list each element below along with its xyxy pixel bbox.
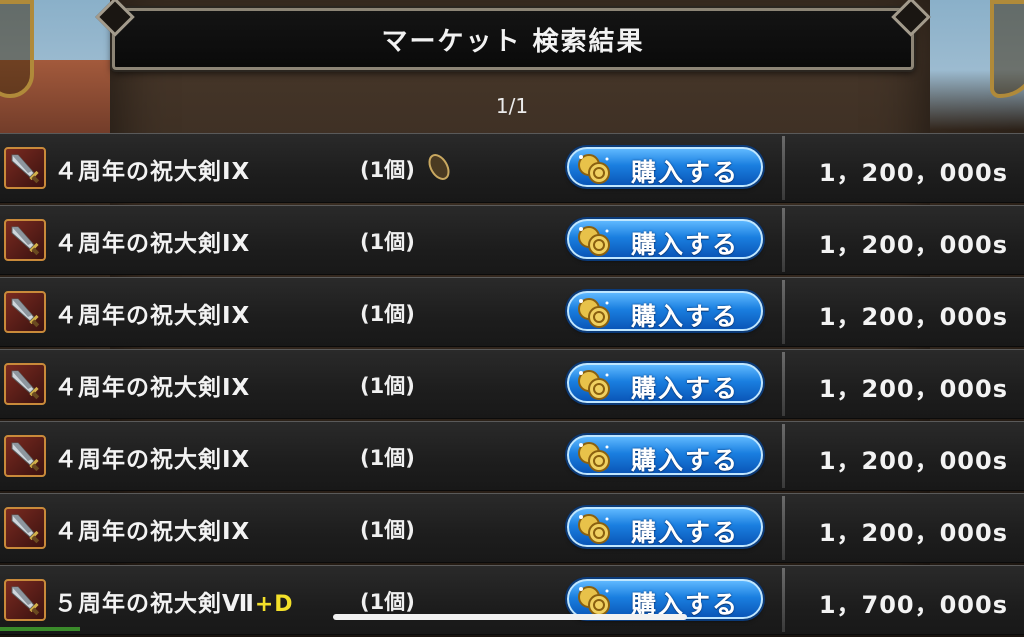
item-quantity: (1個) [360,158,415,182]
column-divider [782,208,785,272]
item-price: 1，200，000s [818,519,1008,547]
ornament-right [990,0,1024,98]
sword-icon [4,507,46,549]
sword-icon [4,219,46,261]
item-name: ４周年の祝大剣IX [54,512,250,546]
coin-icon [575,439,613,475]
listing-row[interactable]: ４周年の祝大剣IX (1個) 購入する 1，200，000s [0,493,1024,563]
sword-icon [4,147,46,189]
coin-icon [575,511,613,547]
item-name: ４周年の祝大剣IX [54,296,250,330]
buy-button-label: 購入する [631,158,740,187]
listing-list: ４周年の祝大剣IX (1個) 購入する 1，200，000s ４周年の祝大剣IX (1個)… [0,133,1024,637]
item-name: ４周年の祝大剣IX [54,152,250,186]
item-price: 1，200，000s [818,375,1008,403]
item-quantity: (1個) [360,302,415,326]
ornament-left [0,0,34,98]
item-name: ４周年の祝大剣IX [54,368,250,402]
buy-button[interactable]: 購入する [567,507,763,547]
buy-button-label: 購入する [631,374,740,403]
coin-icon [575,151,613,187]
buy-button-label: 購入する [631,518,740,547]
buy-button-label: 購入する [631,302,740,331]
buy-button-label: 購入する [631,446,740,475]
listing-row[interactable]: ４周年の祝大剣IX (1個) 購入する 1，200，000s [0,133,1024,203]
listing-row[interactable]: ４周年の祝大剣IX (1個) 購入する 1，200，000s [0,349,1024,419]
listing-row[interactable]: ５周年の祝大剣Ⅶ+D (1個) 購入する 1，700，000s [0,565,1024,635]
buy-button-label: 購入する [631,230,740,259]
item-name-text: ４周年の祝大剣IX [54,303,251,329]
column-divider [782,280,785,344]
home-indicator[interactable] [333,614,687,620]
item-price: 1，200，000s [818,231,1008,259]
item-price: 1，200，000s [818,303,1008,331]
sword-icon [4,363,46,405]
buy-button[interactable]: 購入する [567,147,763,187]
listing-row[interactable]: ４周年の祝大剣IX (1個) 購入する 1，200，000s [0,421,1024,491]
item-name-text: ４周年の祝大剣IX [54,375,251,401]
item-name-text: ４周年の祝大剣IX [54,447,251,473]
item-suffix: +D [254,592,294,617]
item-price: 1，200，000s [818,159,1008,187]
listing-row[interactable]: ４周年の祝大剣IX (1個) 購入する 1，200，000s [0,205,1024,275]
buy-button[interactable]: 購入する [567,363,763,403]
column-divider [782,568,785,632]
coin-icon [575,295,613,331]
seal-lock-icon [424,152,454,182]
item-name-text: ４周年の祝大剣IX [54,519,251,545]
coin-icon [575,223,613,259]
sword-icon [4,291,46,333]
column-divider [782,424,785,488]
item-name-text: ４周年の祝大剣IX [54,159,251,185]
item-price: 1，700，000s [818,591,1008,619]
buy-button[interactable]: 購入する [567,435,763,475]
item-name: ４周年の祝大剣IX [54,440,250,474]
page-title: マーケット 検索結果 [381,26,645,57]
item-quantity: (1個) [360,518,415,542]
item-quantity: (1個) [360,590,415,614]
sword-icon [4,579,46,621]
buy-button[interactable]: 購入する [567,579,763,619]
item-quantity: (1個) [360,446,415,470]
title-bar: マーケット 検索結果 [112,8,914,70]
page-indicator: 1/1 [495,94,529,118]
scroll-indicator [0,627,80,631]
item-quantity: (1個) [360,374,415,398]
item-name-text: ４周年の祝大剣IX [54,231,251,257]
column-divider [782,136,785,200]
buy-button[interactable]: 購入する [567,291,763,331]
column-divider [782,496,785,560]
item-name-text: ５周年の祝大剣Ⅶ [54,591,255,617]
sword-icon [4,435,46,477]
item-name: ５周年の祝大剣Ⅶ+D [54,584,294,618]
coin-icon [575,367,613,403]
item-quantity: (1個) [360,230,415,254]
item-price: 1，200，000s [818,447,1008,475]
column-divider [782,352,785,416]
listing-row[interactable]: ４周年の祝大剣IX (1個) 購入する 1，200，000s [0,277,1024,347]
buy-button[interactable]: 購入する [567,219,763,259]
item-name: ４周年の祝大剣IX [54,224,250,258]
